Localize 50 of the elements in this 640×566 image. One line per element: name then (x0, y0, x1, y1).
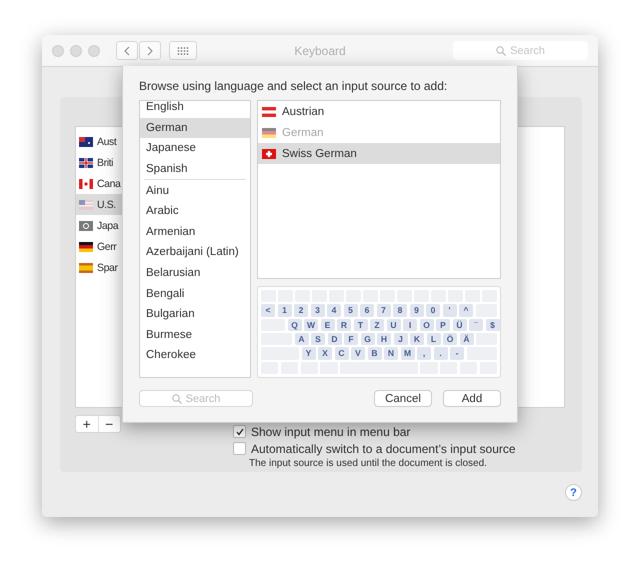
keyboard-key: Ö (443, 332, 457, 346)
sheet-prompt: Browse using language and select an input source to add: (139, 79, 448, 95)
keyboard-key: 4 (327, 304, 341, 317)
keyboard-key: Q (288, 318, 302, 331)
keyboard-key: 2 (294, 304, 308, 317)
keyboard-key: 1 (278, 304, 292, 317)
keyboard-key: Ü (452, 318, 466, 331)
keyboard-key: I (403, 318, 417, 331)
keyboard-key: P (436, 318, 450, 331)
keyboard-key: 3 (310, 304, 324, 317)
keyboard-key: G (360, 332, 374, 346)
keyboard-key: T (354, 318, 368, 331)
keyboard-key: J (394, 332, 408, 346)
keyboard-key: ¨ (469, 318, 483, 331)
keyboard-key: U (386, 318, 400, 331)
keyboard-key: 6 (360, 304, 374, 317)
keyboard-key: , (417, 347, 431, 360)
keyboard-key: V (351, 347, 365, 360)
keyboard-key: D (328, 332, 342, 346)
keyboard-key: ^ (459, 304, 473, 317)
keyboard-key: Z (370, 318, 384, 331)
keyboard-key: O (420, 318, 434, 331)
keyboard-key: H (377, 332, 391, 346)
keyboard-key: Ä (460, 332, 474, 346)
keyboard-key: 5 (344, 304, 358, 317)
keyboard-key: K (410, 332, 424, 346)
keyboard-key: A (294, 332, 308, 346)
keyboard-key: 8 (393, 304, 407, 317)
keyboard-key: B (368, 347, 382, 360)
keyboard-key: . (434, 347, 448, 360)
keyboard-key: $ (486, 318, 500, 331)
keyboard-key: F (344, 332, 358, 346)
keyboard-key: E (320, 318, 334, 331)
keyboard-key: ' (442, 304, 456, 317)
keyboard-key: 0 (426, 304, 440, 317)
keyboard-key: M (400, 347, 414, 360)
keyboard-key: < (261, 304, 275, 317)
option-note: The input source is used until the document is closed. (249, 458, 488, 469)
keyboard-key: S (311, 332, 325, 346)
keyboard-key: C (334, 347, 348, 360)
keyboard-key: L (426, 332, 440, 346)
keyboard-key: R (337, 318, 351, 331)
keyboard-key: N (384, 347, 398, 360)
keyboard-key: X (318, 347, 332, 360)
keyboard-key: W (304, 318, 318, 331)
keyboard-key: Y (302, 347, 316, 360)
keyboard-key: 7 (376, 304, 390, 317)
keyboard-key: 9 (410, 304, 424, 317)
window-title: Keyboard (294, 44, 346, 58)
keyboard-key: - (450, 347, 464, 360)
